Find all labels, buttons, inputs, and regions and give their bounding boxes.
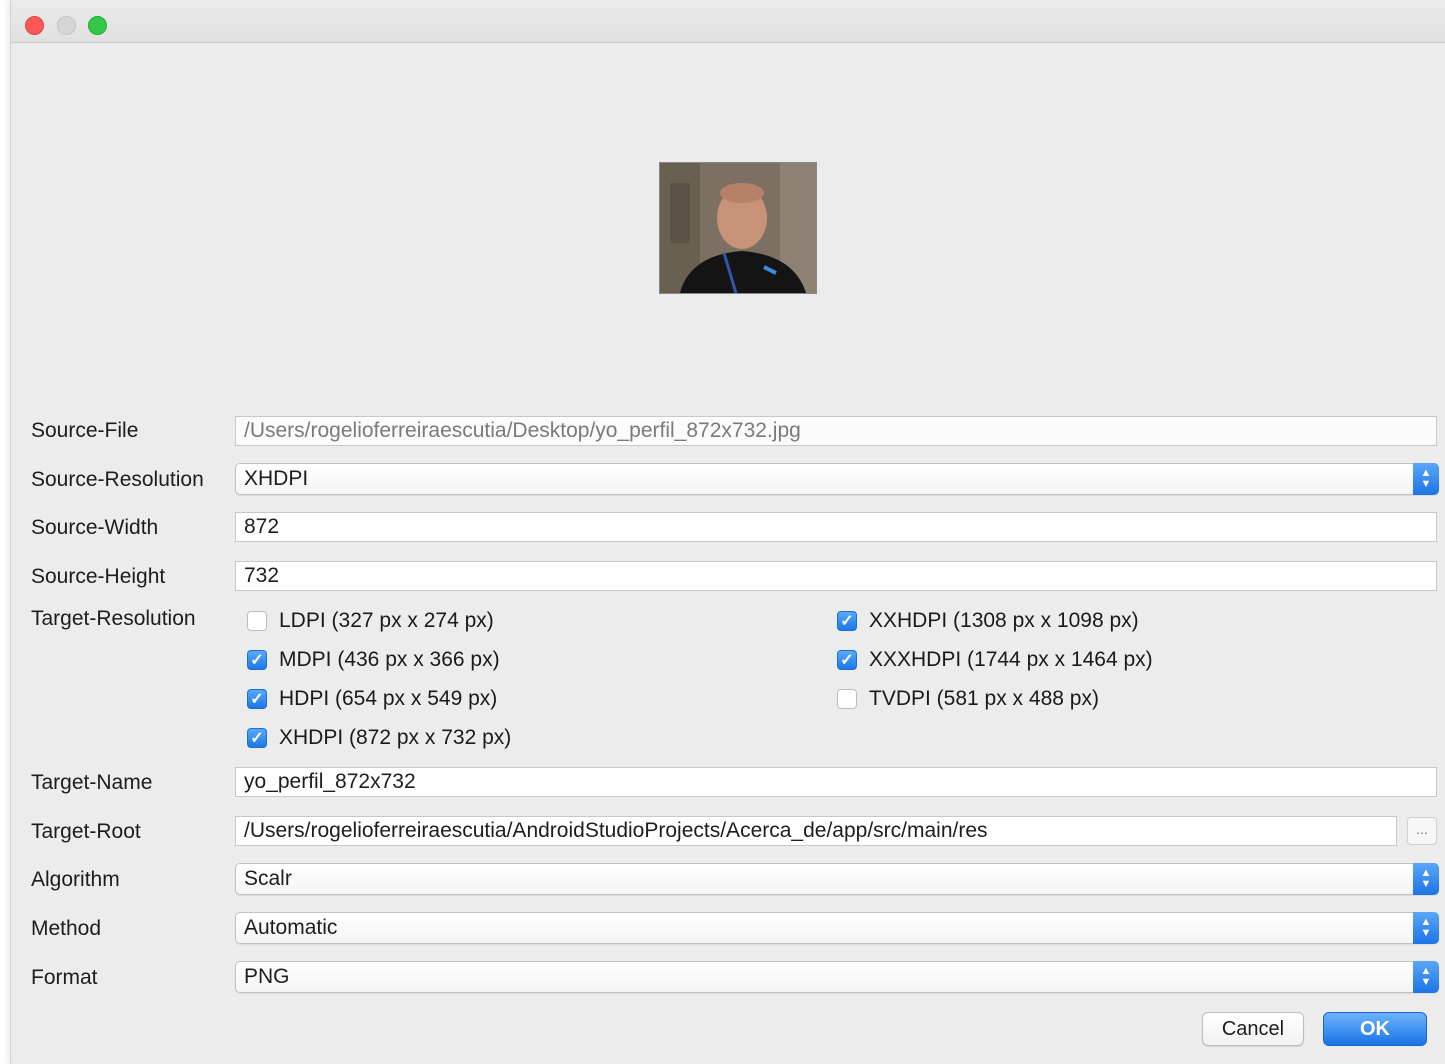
method-label: Method <box>31 917 102 940</box>
checkbox-icon <box>247 611 267 631</box>
checkbox-xxxhdpi[interactable]: ✓ XXXHDPI (1744 px x 1464 px) <box>837 648 1153 672</box>
source-file-field[interactable]: /Users/rogelioferreiraescutia/Desktop/yo… <box>235 416 1437 446</box>
checkmark-icon: ✓ <box>247 650 267 670</box>
source-width-label: Source-Width <box>31 516 159 539</box>
target-resolution-label: Target-Resolution <box>31 607 196 630</box>
target-root-field[interactable]: /Users/rogelioferreiraescutia/AndroidStu… <box>235 816 1397 846</box>
close-window-button[interactable] <box>25 16 44 35</box>
updown-chevron-icon: ▲ ▼ <box>1413 863 1439 895</box>
checkbox-tvdpi[interactable]: TVDPI (581 px x 488 px) <box>837 687 1099 711</box>
algorithm-value: Scalr <box>244 867 292 890</box>
source-image-preview <box>659 162 817 294</box>
checkbox-xxxhdpi-label: XXXHDPI (1744 px x 1464 px) <box>869 648 1153 671</box>
source-resolution-select[interactable]: XHDPI ▲ ▼ <box>235 463 1439 495</box>
checkbox-xxhdpi[interactable]: ✓ XXHDPI (1308 px x 1098 px) <box>837 609 1139 633</box>
format-select[interactable]: PNG ▲ ▼ <box>235 961 1439 993</box>
checkbox-tvdpi-label: TVDPI (581 px x 488 px) <box>869 687 1099 710</box>
checkbox-xxhdpi-label: XXHDPI (1308 px x 1098 px) <box>869 609 1139 632</box>
checkbox-mdpi-label: MDPI (436 px x 366 px) <box>279 648 500 671</box>
checkbox-mdpi[interactable]: ✓ MDPI (436 px x 366 px) <box>247 648 500 672</box>
checkbox-hdpi-label: HDPI (654 px x 549 px) <box>279 687 498 710</box>
checkbox-ldpi-label: LDPI (327 px x 274 px) <box>279 609 494 632</box>
target-root-label: Target-Root <box>31 820 141 843</box>
checkmark-icon: ✓ <box>837 611 857 631</box>
browse-button[interactable]: ... <box>1407 817 1437 845</box>
checkmark-icon: ✓ <box>247 689 267 709</box>
title-bar <box>11 0 1445 43</box>
source-file-label: Source-File <box>31 419 139 442</box>
source-height-field[interactable]: 732 <box>235 561 1437 591</box>
algorithm-select[interactable]: Scalr ▲ ▼ <box>235 863 1439 895</box>
maximize-window-button[interactable] <box>88 16 107 35</box>
source-resolution-value: XHDPI <box>244 467 309 490</box>
checkmark-icon: ✓ <box>247 728 267 748</box>
source-width-field[interactable]: 872 <box>235 512 1437 542</box>
checkbox-hdpi[interactable]: ✓ HDPI (654 px x 549 px) <box>247 687 497 711</box>
source-resolution-label: Source-Resolution <box>31 468 204 491</box>
updown-chevron-icon: ▲ ▼ <box>1413 463 1439 495</box>
format-value: PNG <box>244 965 290 988</box>
target-name-field[interactable]: yo_perfil_872x732 <box>235 767 1437 797</box>
checkbox-xhdpi-label: XHDPI (872 px x 732 px) <box>279 726 512 749</box>
updown-chevron-icon: ▲ ▼ <box>1413 912 1439 944</box>
checkbox-xhdpi[interactable]: ✓ XHDPI (872 px x 732 px) <box>247 726 511 750</box>
checkmark-icon: ✓ <box>837 650 857 670</box>
method-value: Automatic <box>244 916 338 939</box>
checkbox-ldpi[interactable]: LDPI (327 px x 274 px) <box>247 609 494 633</box>
minimize-window-button[interactable] <box>57 16 76 35</box>
dialog-window: Source-File /Users/rogelioferreiraescuti… <box>10 0 1445 1064</box>
ok-button[interactable]: OK <box>1323 1012 1427 1046</box>
updown-chevron-icon: ▲ ▼ <box>1413 961 1439 993</box>
source-height-label: Source-Height <box>31 565 166 588</box>
target-name-label: Target-Name <box>31 771 153 794</box>
algorithm-label: Algorithm <box>31 868 120 891</box>
method-select[interactable]: Automatic ▲ ▼ <box>235 912 1439 944</box>
cancel-button[interactable]: Cancel <box>1202 1012 1304 1046</box>
checkbox-icon <box>837 689 857 709</box>
format-label: Format <box>31 966 98 989</box>
